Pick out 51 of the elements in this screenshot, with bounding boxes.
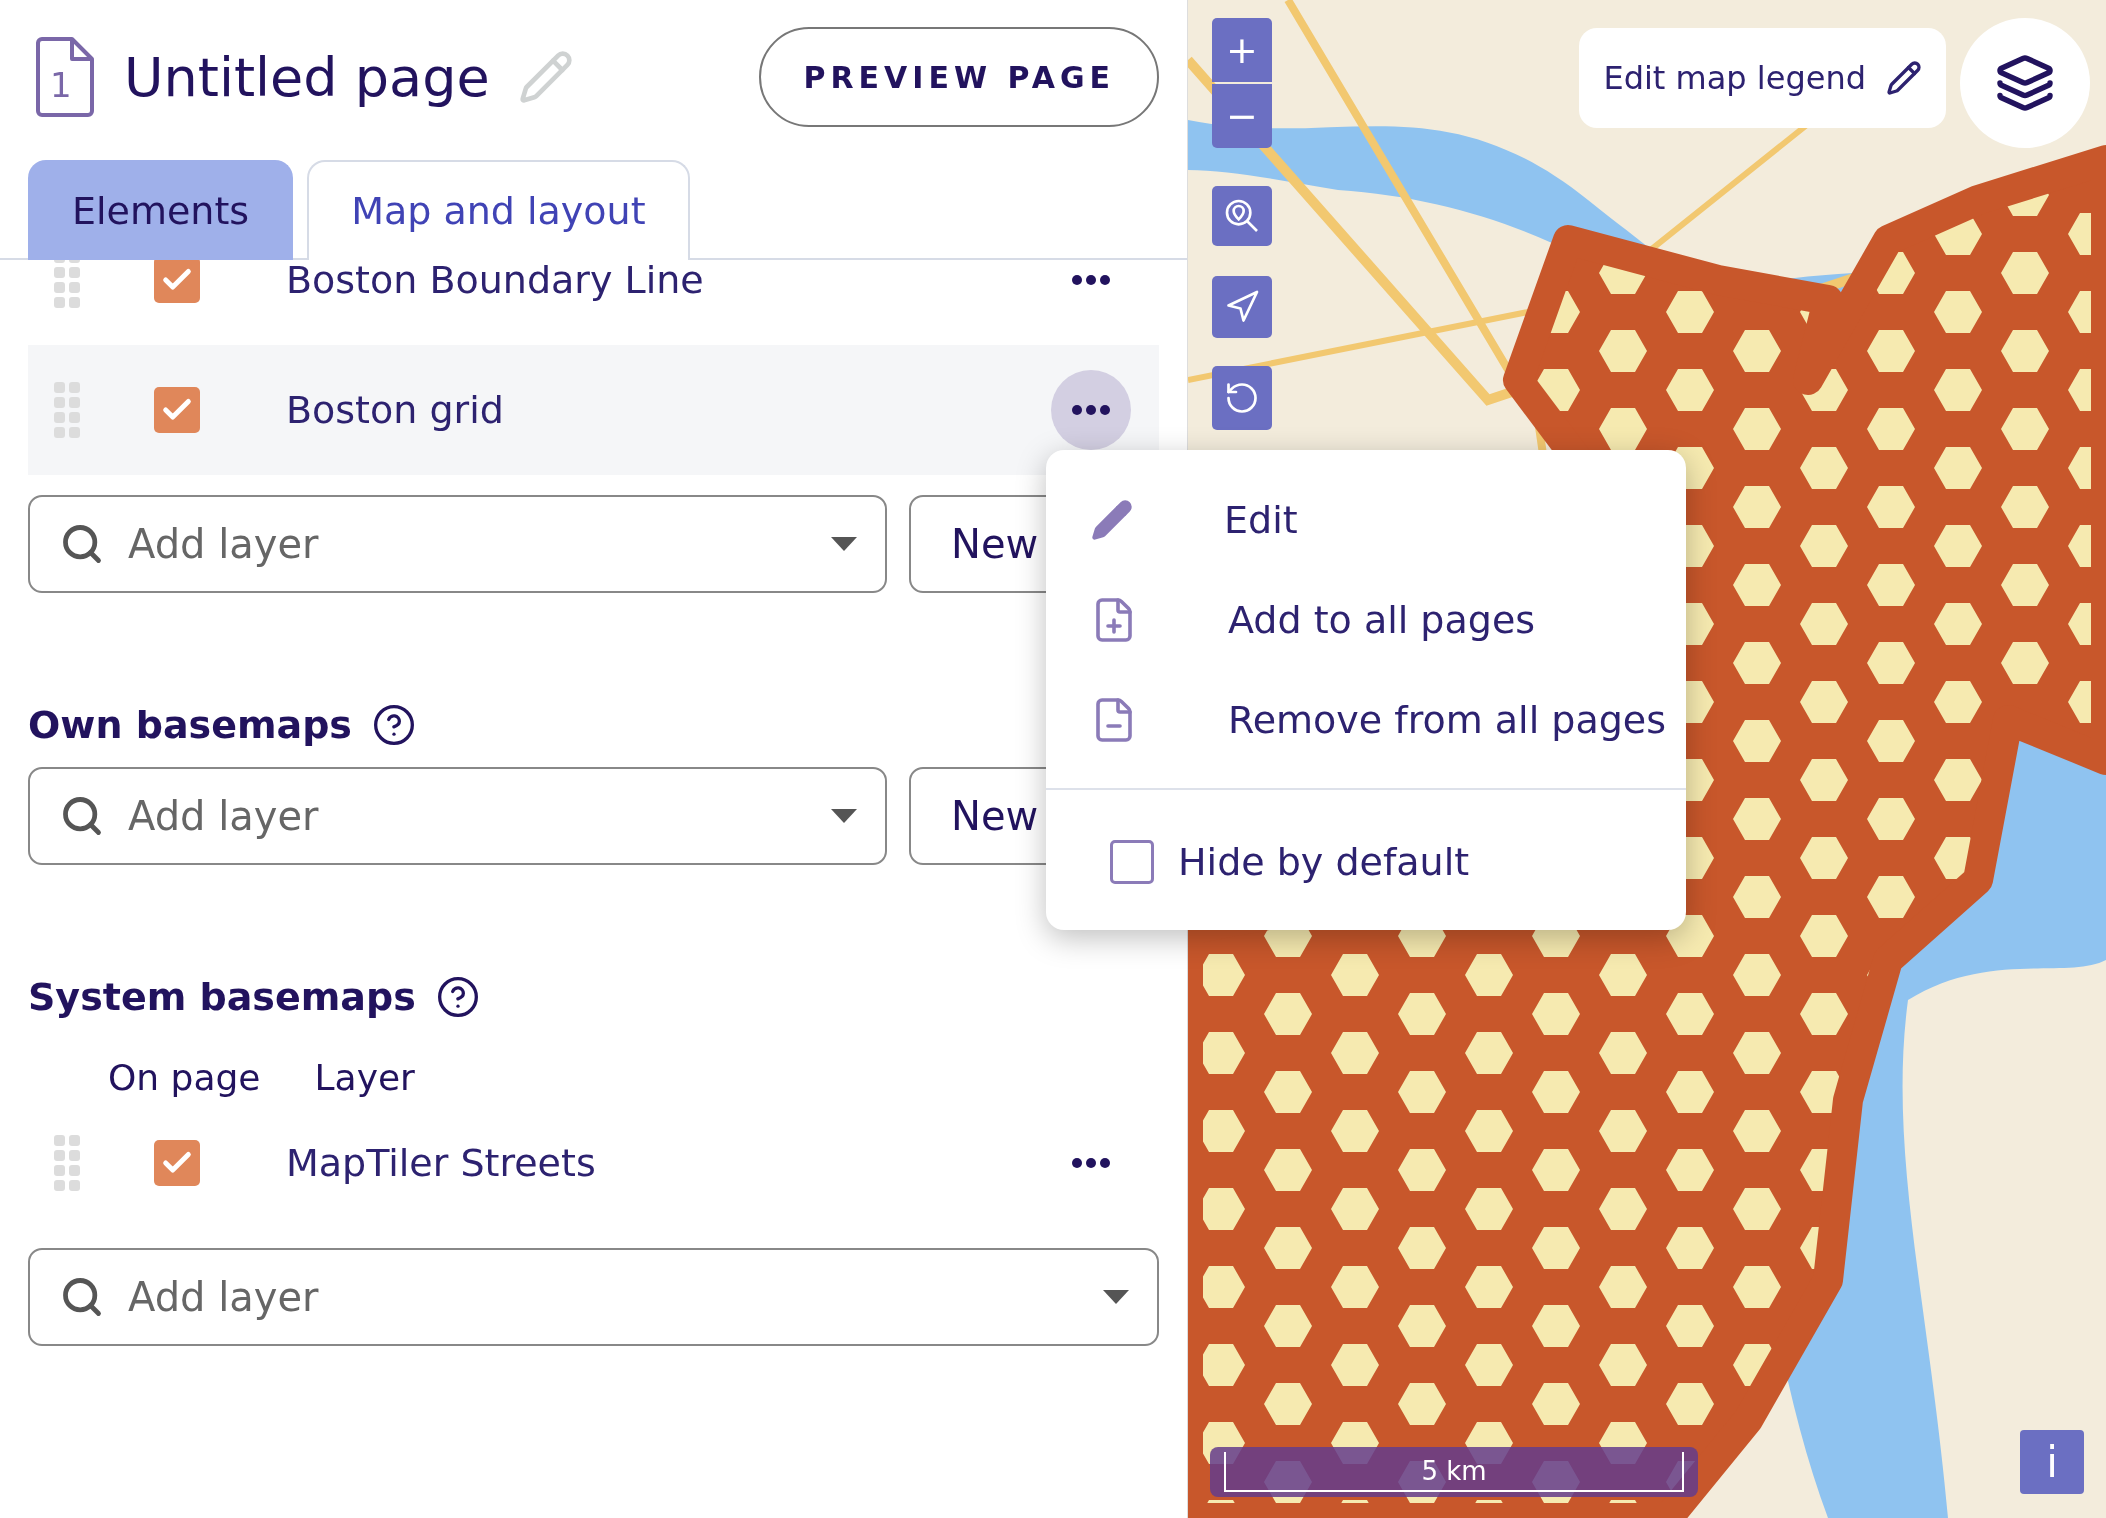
section-title: System basemaps bbox=[28, 975, 416, 1019]
pencil-icon bbox=[1886, 60, 1922, 96]
layer-name: Boston Boundary Line bbox=[286, 260, 704, 302]
add-layer-dropdown[interactable]: Add layer bbox=[28, 767, 887, 865]
menu-item[interactable]: Remove from all pages bbox=[1046, 670, 1686, 770]
search-input[interactable]: Add layer bbox=[126, 792, 809, 840]
info-button[interactable]: i bbox=[2020, 1430, 2084, 1494]
add-layer-dropdown[interactable]: Add layer bbox=[28, 495, 887, 593]
tab[interactable]: Map and layout bbox=[307, 160, 690, 260]
checkbox[interactable] bbox=[154, 1140, 200, 1186]
search-icon bbox=[60, 1275, 104, 1319]
caret-icon bbox=[831, 809, 857, 823]
drag-handle-icon[interactable] bbox=[54, 380, 80, 440]
zoom-in-button[interactable]: + bbox=[1212, 18, 1272, 82]
zoom-out-button[interactable]: − bbox=[1212, 84, 1272, 148]
edit-map-legend-button[interactable]: Edit map legend bbox=[1579, 28, 1946, 128]
checkbox[interactable] bbox=[154, 387, 200, 433]
search-input[interactable]: Add layer bbox=[126, 520, 809, 568]
layer-name: Boston grid bbox=[286, 388, 504, 432]
page-title: Untitled page bbox=[124, 45, 490, 109]
locate-button[interactable] bbox=[1212, 276, 1272, 338]
ellipsis-icon bbox=[1072, 275, 1110, 285]
layers-icon bbox=[1995, 53, 2055, 113]
tab[interactable]: Elements bbox=[28, 160, 294, 260]
caret-icon bbox=[831, 537, 857, 551]
ellipsis-icon bbox=[1072, 405, 1110, 415]
caret-icon bbox=[1103, 1290, 1129, 1304]
add-layer-dropdown[interactable]: Add layer bbox=[28, 1248, 1159, 1346]
section-title: Own basemaps bbox=[28, 703, 352, 747]
preview-page-button[interactable]: PREVIEW PAGE bbox=[759, 27, 1159, 127]
drag-handle-icon[interactable] bbox=[54, 260, 80, 310]
layer-name: MapTiler Streets bbox=[286, 1141, 596, 1185]
search-location-button[interactable] bbox=[1212, 186, 1272, 246]
rotate-icon bbox=[1224, 380, 1260, 416]
pencil-icon bbox=[1090, 498, 1134, 542]
ellipsis-icon bbox=[1072, 1158, 1110, 1168]
search-input[interactable]: Add layer bbox=[126, 1273, 1081, 1321]
checkbox[interactable] bbox=[154, 260, 200, 303]
column-header: On page bbox=[108, 1057, 261, 1098]
reset-button[interactable] bbox=[1212, 366, 1272, 430]
help-icon[interactable] bbox=[435, 975, 480, 1019]
checkbox[interactable] bbox=[1110, 840, 1154, 884]
page-number: 1 bbox=[50, 68, 72, 102]
drag-handle-icon[interactable] bbox=[54, 1133, 80, 1193]
help-icon[interactable] bbox=[372, 703, 416, 747]
search-icon bbox=[60, 522, 104, 566]
search-icon bbox=[60, 794, 104, 838]
navigation-icon bbox=[1224, 289, 1260, 325]
page-icon bbox=[34, 36, 96, 118]
column-header: Layer bbox=[314, 1057, 415, 1098]
scale-label: 5 km bbox=[1224, 1452, 1684, 1492]
